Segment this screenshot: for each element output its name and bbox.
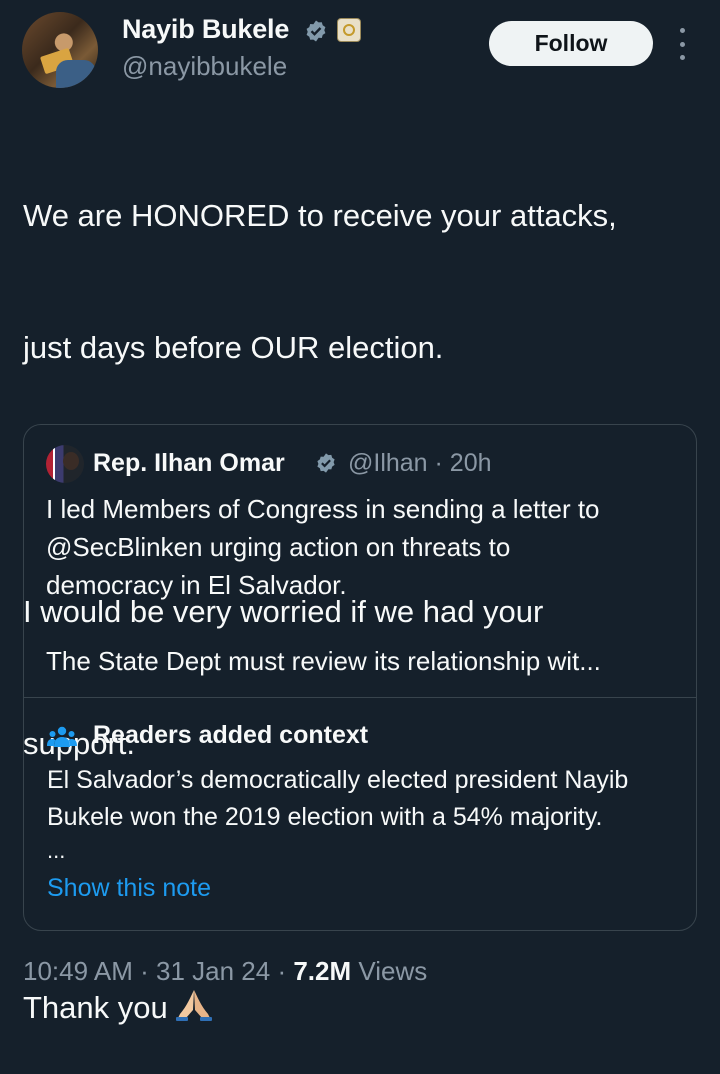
- tweet-time[interactable]: 10:49 AM: [23, 956, 133, 986]
- readers-people-icon: [47, 726, 77, 747]
- verified-badge-icon: [306, 20, 326, 42]
- views-count: 7.2M: [293, 956, 352, 986]
- avatar-shirt: [56, 60, 96, 88]
- tweet-date[interactable]: 31 Jan 24: [156, 956, 270, 986]
- tweet-line: just days before OUR election.: [23, 330, 444, 365]
- context-line: El Salvador’s democratically elected pre…: [47, 766, 629, 794]
- quoted-line: democracy in El Salvador.: [46, 570, 347, 600]
- affiliation-badge-icon: [337, 18, 361, 42]
- separator-dot: ·: [277, 956, 294, 986]
- context-title: Readers added context: [93, 721, 369, 749]
- quoted-line-blank: [46, 604, 686, 642]
- follow-button[interactable]: Follow: [489, 21, 653, 66]
- author-handle[interactable]: @nayibbukele: [122, 51, 287, 82]
- author-avatar[interactable]: [22, 12, 98, 88]
- tweet-footer: 10:49 AM · 31 Jan 24 · 7.2M Views: [23, 956, 427, 987]
- quoted-handle-time[interactable]: @Ilhan · 20h: [348, 449, 492, 478]
- tweet-line: We are HONORED to receive your attacks,: [23, 198, 617, 233]
- context-divider: [24, 697, 696, 698]
- tweet-line-last: Thank you: [23, 986, 703, 1030]
- views-label: Views: [358, 956, 428, 986]
- author-name[interactable]: Nayib Bukele: [122, 14, 289, 45]
- context-ellipsis: ...: [47, 838, 66, 863]
- context-text: El Salvador’s democratically elected pre…: [47, 762, 687, 836]
- context-line: Bukele won the 2019 election with a 54% …: [47, 803, 603, 831]
- quoted-author-avatar[interactable]: [46, 445, 84, 483]
- quoted-author-name[interactable]: Rep. Ilhan Omar: [93, 449, 285, 478]
- separator-dot: ·: [140, 956, 156, 986]
- quoted-tweet-text: I led Members of Congress in sending a l…: [46, 490, 686, 680]
- quoted-line: @SecBlinken urging action on threats to: [46, 532, 511, 562]
- quoted-verified-badge-icon: [317, 453, 335, 473]
- folded-hands-emoji-icon: [175, 990, 212, 1021]
- quoted-line: I led Members of Congress in sending a l…: [46, 494, 600, 524]
- show-note-link[interactable]: Show this note: [47, 874, 211, 903]
- quoted-line: The State Dept must review its relations…: [46, 646, 601, 676]
- more-options-icon[interactable]: [672, 28, 692, 60]
- thank-you-text: Thank you: [23, 990, 168, 1025]
